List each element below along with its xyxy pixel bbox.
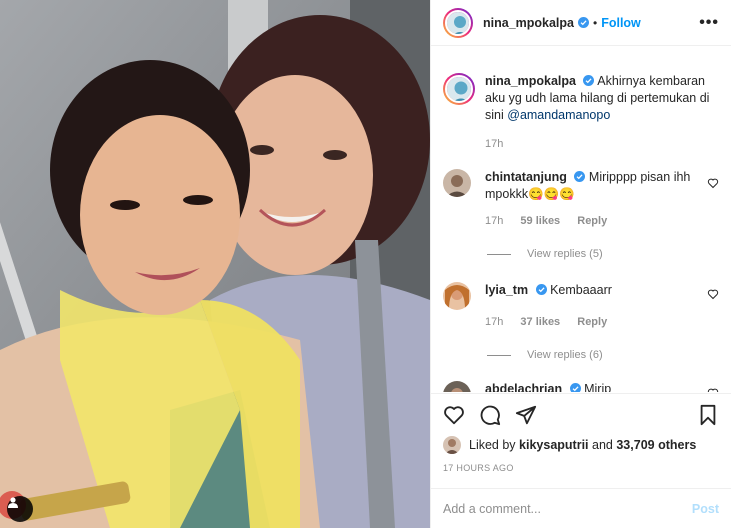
author-avatar (445, 9, 471, 36)
comment-heart-icon[interactable] (707, 387, 719, 392)
comment-bubble-icon[interactable] (479, 404, 501, 426)
post-photo[interactable] (0, 0, 430, 528)
caption-avatar (445, 75, 473, 103)
commenter-avatar[interactable] (443, 169, 471, 197)
more-options-icon[interactable]: ••• (699, 14, 719, 32)
caption-avatar-ring[interactable] (443, 73, 475, 105)
comment-username[interactable]: lyia_tm (485, 283, 528, 297)
caption-username[interactable]: nina_mpokalpa (485, 74, 576, 88)
follow-button[interactable]: Follow (601, 16, 641, 30)
liked-middle: and (592, 438, 613, 452)
caption-body: nina_mpokalpa Akhirnya kembaran aku yg u… (485, 73, 719, 153)
caption-mention[interactable]: @amandamanopo (507, 108, 610, 122)
comment-heart-icon[interactable] (707, 288, 719, 300)
verified-badge-icon (569, 383, 581, 392)
reply-button[interactable]: Reply (577, 316, 607, 328)
comment-body: chintatanjung Miripppp pisan ihh mpokkk😋… (485, 169, 719, 230)
comment-text: Kembaaarr (550, 283, 612, 297)
post-header: nina_mpokalpa • Follow ••• (431, 0, 731, 46)
view-replies-button[interactable]: View replies (6) (487, 349, 719, 361)
verified-badge-icon (578, 17, 589, 28)
commenter-avatar[interactable] (443, 282, 471, 310)
liked-by: Liked by kikysaputrii and 33,709 others (443, 436, 719, 454)
comment-body: lyia_tm Kembaaarr 17h 37 likes Reply (485, 282, 621, 331)
view-replies-label: View replies (5) (527, 248, 603, 260)
comment-likes[interactable]: 59 likes (520, 215, 560, 227)
comment-text: Mirip (584, 382, 612, 392)
liker-avatar[interactable] (443, 436, 461, 454)
comment-item: lyia_tm Kembaaarr 17h 37 likes Reply (443, 282, 719, 331)
bookmark-icon[interactable] (697, 404, 719, 426)
caption-time[interactable]: 17h (485, 138, 503, 150)
author-avatar-ring[interactable] (443, 7, 473, 38)
action-icons (443, 404, 719, 426)
comment-time[interactable]: 17h (485, 215, 503, 227)
verified-badge-icon (574, 171, 586, 182)
selfie-photo-illustration (0, 0, 430, 528)
post-actions: Liked by kikysaputrii and 33,709 others … (431, 393, 731, 473)
post-timestamp[interactable]: 17 HOURS AGO (443, 463, 719, 473)
comment-input[interactable] (443, 501, 692, 516)
comment-time[interactable]: 17h (485, 316, 503, 328)
comment-username[interactable]: abdelachrian (485, 382, 562, 392)
view-replies-label: View replies (6) (527, 349, 603, 361)
caption: nina_mpokalpa Akhirnya kembaran aku yg u… (443, 73, 719, 153)
replies-line (487, 354, 511, 356)
user-tag-icon[interactable] (7, 496, 33, 522)
commenter-avatar[interactable] (443, 381, 471, 392)
comments-list[interactable]: nina_mpokalpa Akhirnya kembaran aku yg u… (431, 47, 731, 392)
replies-line (487, 253, 511, 255)
verified-badge-icon (583, 75, 595, 86)
comment-meta: 17h 37 likes Reply (485, 314, 621, 331)
liked-prefix: Liked by (469, 438, 516, 452)
paper-plane-icon[interactable] (515, 404, 537, 426)
post-button[interactable]: Post (692, 502, 719, 516)
heart-icon[interactable] (443, 404, 465, 426)
verified-badge-icon (535, 284, 547, 295)
author-username[interactable]: nina_mpokalpa (483, 16, 574, 30)
comment-username[interactable]: chintatanjung (485, 170, 567, 184)
post-side-panel: nina_mpokalpa • Follow ••• nina_mpokalpa… (430, 0, 731, 528)
comment-meta: 17h 59 likes Reply (485, 213, 719, 230)
comment-item: chintatanjung Miripppp pisan ihh mpokkk😋… (443, 169, 719, 230)
caption-meta: 17h (485, 136, 719, 153)
separator-dot: • (593, 15, 598, 30)
reply-button[interactable]: Reply (577, 215, 607, 227)
liked-user[interactable]: kikysaputrii (519, 438, 588, 452)
add-comment-bar: Post (431, 488, 731, 528)
post-modal: nina_mpokalpa • Follow ••• nina_mpokalpa… (0, 0, 731, 528)
comment-likes[interactable]: 37 likes (520, 316, 560, 328)
comment-item: abdelachrian Mirip (443, 381, 719, 392)
comment-heart-icon[interactable] (707, 177, 719, 189)
liked-count[interactable]: 33,709 others (616, 438, 696, 452)
view-replies-button[interactable]: View replies (5) (487, 248, 719, 260)
comment-body: abdelachrian Mirip (485, 381, 611, 392)
